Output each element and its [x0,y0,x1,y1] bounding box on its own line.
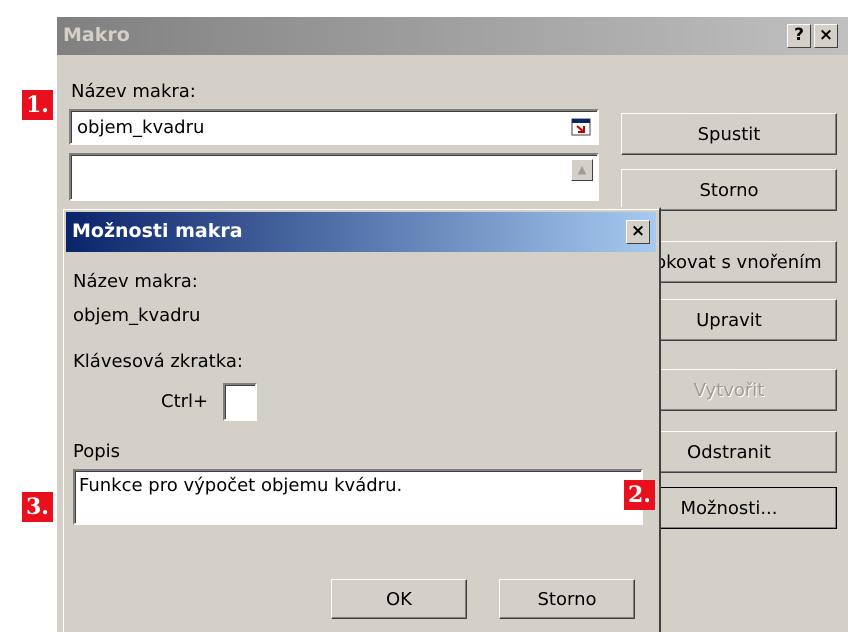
macro-dialog-title: Makro [63,24,130,46]
description-value: Funkce pro výpočet objemu kvádru. [79,475,403,496]
step-1-badge: 1. [22,90,53,120]
macro-dialog: Makro ? × Název makra: objem_kvadru ▲ Sp… [56,16,848,632]
ctrl-prefix: Ctrl+ [161,391,209,412]
options-cancel-button[interactable]: Storno [499,579,635,619]
macro-list[interactable]: ▲ [69,153,599,201]
scroll-up-arrow-icon[interactable]: ▲ [571,159,593,181]
description-label: Popis [73,441,121,462]
macro-name-input[interactable]: objem_kvadru [69,109,599,145]
options-name-label: Název makra: [73,271,198,292]
options-name-value: objem_kvadru [73,305,201,326]
macro-options-titlebar[interactable]: Možnosti makra × [66,212,656,252]
macro-name-value: objem_kvadru [77,117,205,138]
macro-options-dialog: Možnosti makra × Název makra: objem_kvad… [61,207,661,632]
help-button[interactable]: ? [787,24,811,48]
macro-options-title: Možnosti makra [72,220,243,242]
step-3-badge: 3. [22,492,53,522]
close-icon[interactable]: × [814,24,838,48]
macro-dialog-titlebar[interactable]: Makro ? × [57,17,848,55]
select-range-icon[interactable] [571,118,591,136]
shortcut-key-input[interactable] [223,383,257,421]
run-button[interactable]: Spustit [621,113,837,155]
close-icon[interactable]: × [626,220,650,244]
shortcut-label: Klávesová zkratka: [73,351,243,372]
step-2-badge: 2. [624,480,655,510]
description-input[interactable]: Funkce pro výpočet objemu kvádru. [73,469,643,525]
cancel-button[interactable]: Storno [621,169,837,211]
ok-button[interactable]: OK [331,579,467,619]
macro-name-label: Název makra: [71,81,196,102]
